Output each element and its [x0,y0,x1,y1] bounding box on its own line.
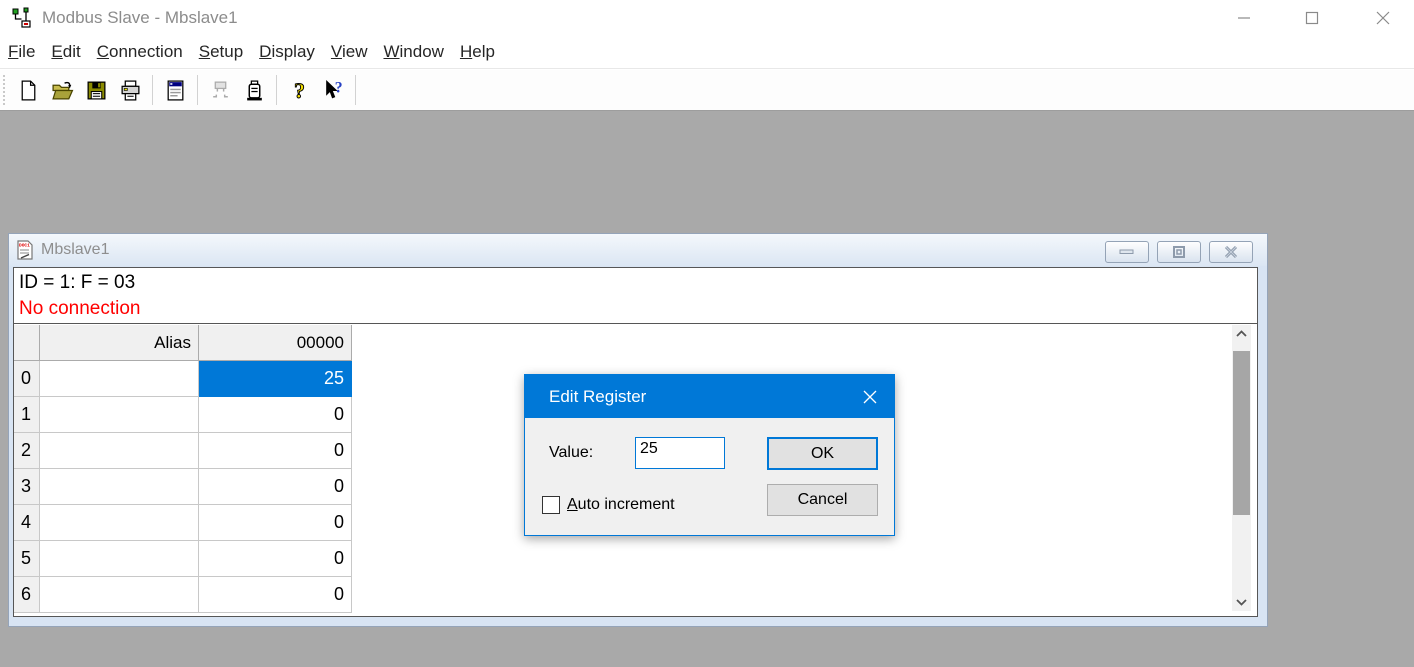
child-window-controls [1097,241,1253,263]
connection-setup-icon[interactable] [238,74,270,106]
dialog-close-icon[interactable] [861,388,879,406]
alias-cell[interactable] [40,577,199,613]
app-icon [10,6,34,30]
help-icon[interactable]: ? [283,74,315,106]
svg-text:DOC1: DOC1 [19,242,30,248]
save-icon[interactable] [80,74,112,106]
svg-text:?: ? [294,79,305,102]
value-cell[interactable]: 0 [199,505,352,541]
new-document-icon[interactable] [12,74,44,106]
menu-edit[interactable]: Edit [43,36,88,68]
alias-cell[interactable] [40,361,199,397]
auto-increment-checkbox[interactable] [542,496,560,514]
toolbar: ? ? [0,70,1414,111]
main-titlebar[interactable]: Modbus Slave - Mbslave1 [0,0,1414,36]
auto-increment-label[interactable]: Auto increment [567,495,675,515]
child-titlebar[interactable]: DOC1 Mbslave1 [9,234,1267,266]
row-number-header [14,325,40,361]
toolbar-gripper [3,75,6,105]
menu-view[interactable]: View [323,36,376,68]
menu-file[interactable]: File [0,36,43,68]
child-close-button[interactable] [1209,241,1253,263]
grid-body: 025102030405060 [14,361,352,613]
menu-window[interactable]: Window [375,36,451,68]
context-help-icon[interactable]: ? [317,74,349,106]
document-icon: DOC1 [15,240,35,261]
disconnect-icon [204,74,236,106]
alias-cell[interactable] [40,505,199,541]
table-row: 0 25 [14,361,352,397]
cancel-button[interactable]: Cancel [767,484,878,516]
print-icon[interactable] [114,74,146,106]
value-cell[interactable]: 0 [199,541,352,577]
address-column-header[interactable]: 00000 [199,325,352,361]
toolbar-separator [276,75,277,105]
value-cell[interactable]: 0 [199,469,352,505]
alias-cell[interactable] [40,433,199,469]
menu-setup[interactable]: Setup [191,36,251,68]
table-row: 10 [14,397,352,433]
row-number-cell[interactable]: 4 [14,505,40,541]
alias-cell[interactable] [40,469,199,505]
value-label: Value: [549,437,593,468]
window-title: Modbus Slave - Mbslave1 [42,8,238,28]
toolbar-separator [197,75,198,105]
value-cell[interactable]: 0 [199,397,352,433]
alias-column-header[interactable]: Alias [40,325,199,361]
alias-cell[interactable] [40,397,199,433]
toolbar-separator [355,75,356,105]
table-header-row: Alias 00000 [14,325,352,361]
maximize-button[interactable] [1289,0,1335,36]
menu-connection[interactable]: Connection [89,36,191,68]
status-connection: No connection [19,296,1257,322]
scroll-down-icon[interactable] [1232,594,1251,611]
dialog-titlebar[interactable]: Edit Register [525,375,894,418]
row-number-cell[interactable]: 0 [14,361,40,397]
scrollbar-thumb[interactable] [1233,351,1250,515]
child-restore-button[interactable] [1157,241,1201,263]
row-number-cell[interactable]: 3 [14,469,40,505]
register-table: Alias 00000 025102030405060 [14,325,352,613]
minimize-button[interactable] [1221,0,1267,36]
edit-register-dialog: Edit Register Value: OK Cancel Auto incr… [524,374,895,536]
status-area: ID = 1: F = 03 No connection [14,268,1257,324]
close-button[interactable] [1360,0,1406,36]
alias-cell[interactable] [40,541,199,577]
child-window-title: Mbslave1 [41,241,109,259]
application-window: Modbus Slave - Mbslave1 File Edit Connec… [0,0,1414,667]
scroll-up-icon[interactable] [1232,325,1251,342]
table-row: 50 [14,541,352,577]
display-setup-icon[interactable] [159,74,191,106]
toolbar-separator [152,75,153,105]
dialog-title: Edit Register [549,387,646,407]
table-row: 60 [14,577,352,613]
svg-text:?: ? [334,79,342,96]
menu-display[interactable]: Display [251,36,323,68]
value-cell[interactable]: 0 [199,577,352,613]
table-row: 30 [14,469,352,505]
menu-bar: File Edit Connection Setup Display View … [0,36,1414,69]
menu-help[interactable]: Help [452,36,503,68]
value-cell[interactable]: 25 [199,361,352,397]
vertical-scrollbar[interactable] [1232,325,1251,611]
open-file-icon[interactable] [46,74,78,106]
row-number-cell[interactable]: 2 [14,433,40,469]
value-cell[interactable]: 0 [199,433,352,469]
row-number-cell[interactable]: 5 [14,541,40,577]
mdi-client-area: DOC1 Mbslave1 [0,111,1414,667]
ok-button[interactable]: OK [767,437,878,470]
table-row: 20 [14,433,352,469]
value-input[interactable] [635,437,725,469]
row-number-cell[interactable]: 6 [14,577,40,613]
status-id-function: ID = 1: F = 03 [19,270,1257,296]
table-row: 40 [14,505,352,541]
row-number-cell[interactable]: 1 [14,397,40,433]
child-minimize-button[interactable] [1105,241,1149,263]
